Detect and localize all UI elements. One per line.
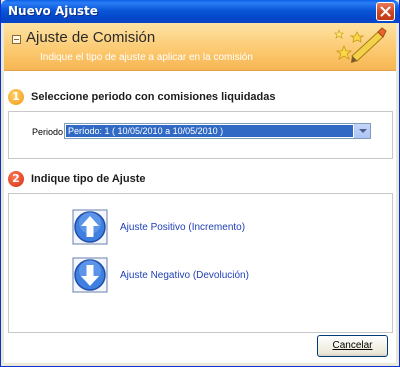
magic-wand-icon: [334, 27, 387, 63]
step2-label: Indique tipo de Ajuste: [31, 173, 146, 185]
negative-adjustment-button[interactable]: Ajuste Negativo (Devolución): [72, 257, 249, 293]
arrow-down-icon: [72, 257, 108, 293]
step1-badge: 1: [8, 89, 24, 105]
close-button[interactable]: [376, 2, 395, 21]
header-title: Ajuste de Comisión: [26, 29, 156, 46]
cancel-button[interactable]: Cancelar: [317, 335, 388, 357]
period-select-value: Período: 1 ( 10/05/2010 a 10/05/2010 ): [66, 125, 353, 137]
cancel-button-label: Cancelar: [332, 340, 373, 351]
periodo-label: Periodo: [32, 127, 64, 137]
positive-adjustment-button[interactable]: Ajuste Positivo (Incremento): [72, 209, 245, 245]
adjust-type-panel: Ajuste Positivo (Incremento) Ajuste Nega…: [8, 193, 393, 333]
arrow-up-icon: [72, 209, 108, 245]
period-select[interactable]: Período: 1 ( 10/05/2010 a 10/05/2010 ): [64, 123, 371, 139]
window-title: Nuevo Ajuste: [8, 4, 98, 18]
chevron-down-icon[interactable]: [354, 124, 370, 138]
dialog-window: Nuevo Ajuste Ajuste de Comisión Indique …: [0, 0, 400, 367]
close-icon: [380, 6, 391, 17]
step1-label: Seleccione periodo con comisiones liquid…: [31, 91, 276, 103]
header-subtitle: Indique el tipo de ajuste a aplicar en l…: [40, 52, 253, 63]
header-banner: Ajuste de Comisión Indique el tipo de aj…: [4, 23, 396, 71]
collapse-icon[interactable]: [12, 35, 21, 44]
negative-adjustment-label: Ajuste Negativo (Devolución): [120, 269, 249, 281]
dialog-content: Ajuste de Comisión Indique el tipo de aj…: [4, 23, 396, 363]
period-panel: Periodo Período: 1 ( 10/05/2010 a 10/05/…: [8, 111, 393, 159]
step2-badge: 2: [8, 171, 24, 187]
positive-adjustment-label: Ajuste Positivo (Incremento): [120, 221, 246, 233]
title-bar[interactable]: Nuevo Ajuste: [1, 0, 399, 23]
